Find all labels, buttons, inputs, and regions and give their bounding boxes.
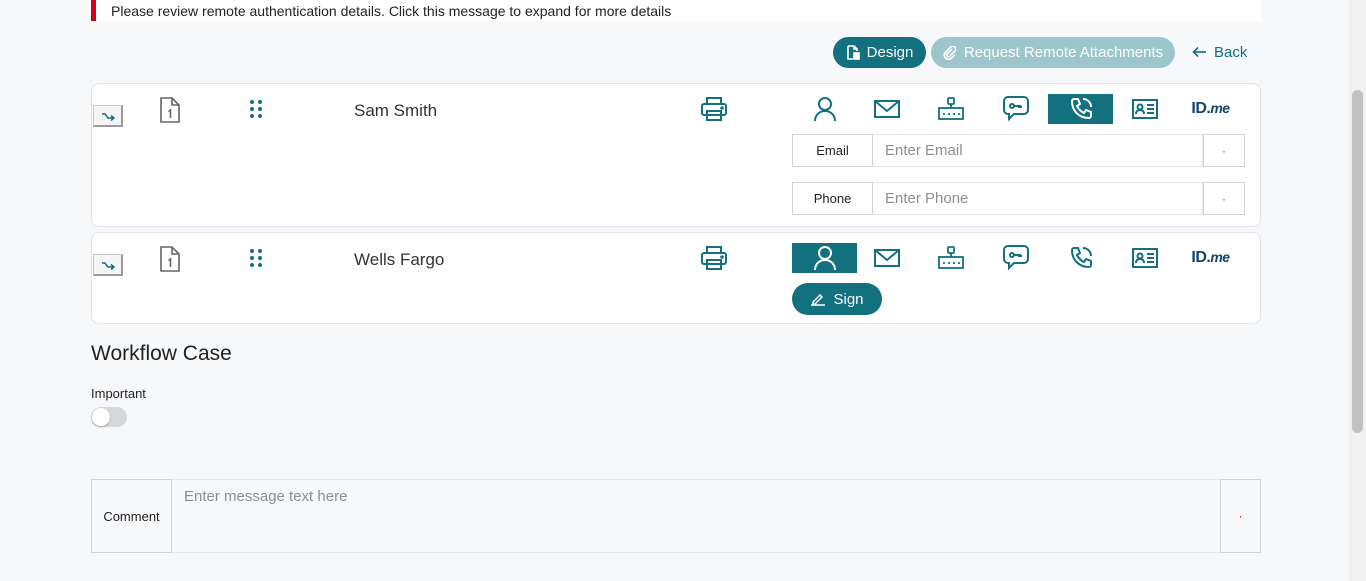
email-label: Email (792, 134, 873, 167)
auth-idme[interactable]: ID.me (1178, 94, 1243, 124)
important-toggle[interactable] (91, 407, 127, 427)
back-label: Back (1214, 43, 1248, 61)
sign-button-label: Sign (833, 290, 864, 308)
email-required-marker: · (1203, 134, 1245, 167)
scrollbar-thumb[interactable] (1352, 90, 1363, 433)
auth-email[interactable] (854, 243, 919, 273)
expand-toggle-button[interactable] (93, 254, 123, 276)
request-remote-attachments-label: Request Remote Attachments (963, 44, 1164, 61)
drag-handle-icon[interactable] (249, 99, 263, 119)
page: Please review remote authentication deta… (0, 0, 1366, 581)
phone-required-marker: · (1203, 182, 1245, 215)
auth-method-row: ID.me (792, 243, 1252, 275)
auth-keypad[interactable] (918, 243, 983, 273)
auth-method-row: ID.me (792, 94, 1252, 126)
vertical-scrollbar[interactable] (1349, 0, 1366, 581)
phone-field-row: Phone · (792, 182, 1245, 215)
expand-arrow-icon (101, 261, 115, 270)
recipient-name: Sam Smith (354, 101, 438, 120)
phone-label: Phone (792, 182, 873, 215)
document-icon[interactable] (159, 97, 181, 123)
person-icon (813, 97, 836, 122)
comment-field-row: Comment · (91, 479, 1261, 553)
keypad-icon (937, 97, 964, 120)
recipient-card-sam-smith: Sam Smith ID.me Email Enter Email · Phon… (91, 83, 1261, 227)
sms-icon (1002, 245, 1029, 271)
toggle-knob (92, 408, 110, 426)
auth-keypad[interactable] (918, 94, 983, 124)
sign-button[interactable]: Sign (792, 283, 882, 315)
design-button[interactable]: Design (833, 37, 926, 68)
phone-icon (1070, 98, 1092, 120)
keypad-icon (937, 246, 964, 269)
auth-id-card[interactable] (1112, 243, 1177, 273)
auth-id-card[interactable] (1112, 94, 1177, 124)
print-icon[interactable] (700, 245, 728, 271)
mail-icon (873, 249, 900, 267)
email-field-row: Email · (792, 134, 1245, 167)
expand-arrow-icon (101, 112, 115, 121)
request-remote-attachments-button[interactable]: Request Remote Attachments (931, 37, 1175, 68)
design-button-label: Design (866, 44, 914, 61)
print-icon[interactable] (700, 96, 728, 122)
idme-logo: ID.me (1191, 249, 1230, 266)
auth-idme[interactable]: ID.me (1178, 243, 1243, 273)
auth-phone[interactable] (1048, 243, 1113, 273)
phone-input[interactable] (873, 182, 1203, 215)
auth-email[interactable] (854, 94, 919, 124)
pen-icon (811, 293, 826, 306)
recipient-name: Wells Fargo (354, 250, 445, 269)
id-card-icon (1131, 99, 1158, 119)
design-doc-icon (846, 45, 860, 60)
sms-icon (1002, 96, 1029, 122)
auth-person[interactable] (792, 94, 857, 124)
mail-icon (873, 100, 900, 118)
comment-label: Comment (91, 479, 172, 553)
comment-required-marker: · (1220, 479, 1261, 553)
auth-phone[interactable] (1048, 94, 1113, 124)
phone-icon (1070, 247, 1092, 269)
auth-person[interactable] (792, 243, 857, 273)
auth-sms[interactable] (983, 243, 1048, 273)
auth-alert-message: Please review remote authentication deta… (111, 3, 672, 19)
arrow-left-icon (1192, 46, 1206, 58)
comment-input[interactable] (172, 479, 1220, 553)
idme-logo: ID.me (1191, 100, 1230, 117)
document-icon[interactable] (159, 246, 181, 272)
person-icon (813, 246, 836, 271)
important-label: Important (91, 386, 146, 401)
id-card-icon (1131, 248, 1158, 268)
paperclip-icon (943, 45, 957, 60)
email-input[interactable] (873, 134, 1203, 167)
back-button[interactable]: Back (1192, 42, 1247, 62)
recipient-card-wells-fargo: Wells Fargo ID.me Sign (91, 232, 1261, 324)
workflow-case-title: Workflow Case (91, 342, 232, 365)
auth-alert-banner[interactable]: Please review remote authentication deta… (91, 0, 1261, 21)
expand-toggle-button[interactable] (93, 105, 123, 127)
drag-handle-icon[interactable] (249, 248, 263, 268)
auth-sms[interactable] (983, 94, 1048, 124)
